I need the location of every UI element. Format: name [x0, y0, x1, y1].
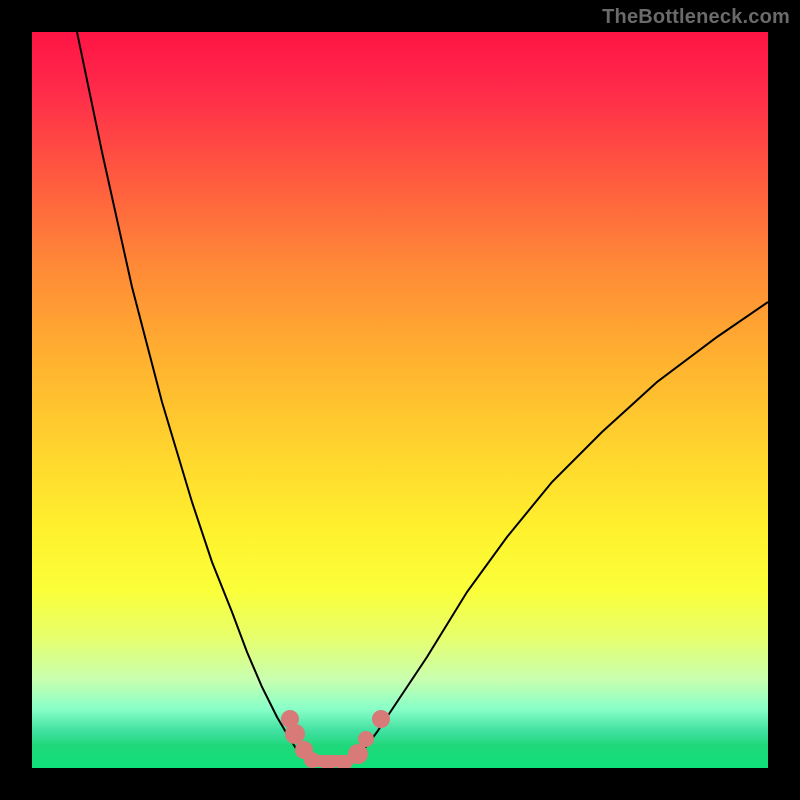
watermark-text: TheBottleneck.com [602, 6, 790, 29]
chart-frame: TheBottleneck.com [0, 0, 800, 800]
marker-point [358, 731, 374, 747]
left-curve [77, 32, 310, 762]
right-curve [352, 302, 768, 762]
plot-area [32, 32, 768, 768]
curves-svg [32, 32, 768, 768]
marker-point [348, 744, 368, 764]
marker-point [372, 710, 390, 728]
marker-point [285, 724, 305, 744]
marker-point [304, 752, 320, 768]
